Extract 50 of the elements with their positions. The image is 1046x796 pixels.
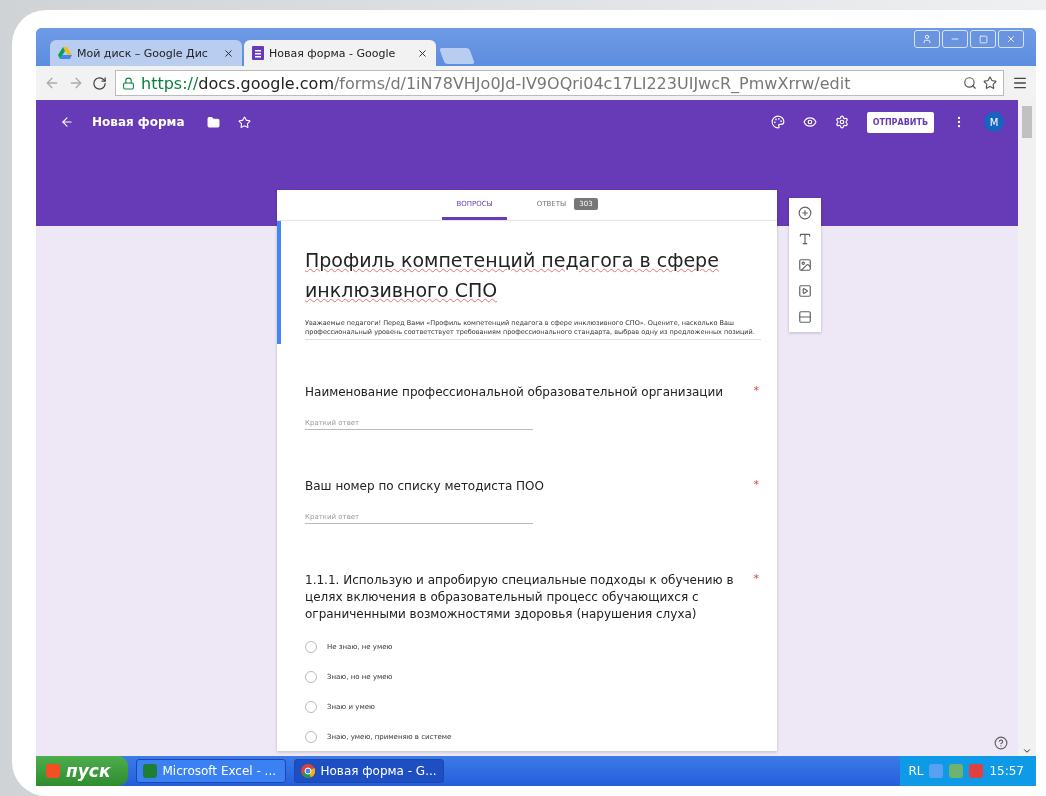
close-icon[interactable] [417,47,428,59]
scrollbar[interactable] [1018,100,1036,756]
avatar[interactable]: M [984,112,1004,132]
spreadsheet-icon [143,764,158,778]
question-text: Наименование профессиональной образовательной организации [305,384,724,401]
reload-icon[interactable] [92,75,107,91]
star-icon[interactable] [983,76,997,90]
scroll-thumb[interactable] [1022,106,1032,138]
menu-icon[interactable] [1012,75,1028,91]
form-title: Профиль компетенций педагога в сфере инклюзивного СПО [305,248,720,303]
taskbar-item[interactable]: Новая форма - G... [294,759,445,783]
start-button[interactable]: пуск [36,756,129,786]
section-icon[interactable] [798,310,812,324]
maximize-icon [978,34,988,44]
browser-tab[interactable]: Новая форма - Google [244,40,436,66]
triangle-logo-icon [58,47,72,59]
list-form-icon [252,46,264,60]
image-icon[interactable] [798,258,812,272]
required-mark: * [753,384,759,399]
radio-button[interactable] [305,671,317,683]
palette-icon[interactable] [770,115,785,129]
zoom-icon[interactable] [963,76,977,90]
question-text: Ваш номер по списку методиста ПОО [305,478,544,495]
scroll-down-icon[interactable] [1022,746,1032,756]
close-icon[interactable] [223,47,234,59]
send-button[interactable]: ОТПРАВИТЬ [866,111,934,133]
folder-icon[interactable] [206,115,220,129]
url-text: https://docs.google.com/forms/d/1iN78VHJo0Jd-IV9OQri04c17LI223UIJwcR_PmwXrrw/edit [141,73,851,93]
required-mark: * [753,478,759,493]
video-icon[interactable] [798,284,812,298]
radio-button[interactable] [305,731,317,743]
clock: 15:57 [989,764,1024,778]
help-icon[interactable] [994,736,1008,750]
person-icon [922,34,932,44]
close-icon [1006,34,1016,44]
taskbar-item[interactable]: Microsoft Excel - ... [136,759,287,783]
eye-icon[interactable] [802,115,817,129]
radio-button[interactable] [305,701,317,713]
browser-tab[interactable]: Мой диск – Google Дис [50,40,242,66]
form-name: Новая форма [92,115,185,129]
settings-icon[interactable] [834,115,849,129]
question-text: 1.1.1. Использую и апробирую специальные подходы к обучению в целях включения в образовательный процесс обучающихся с ограниченными возможностями здоровья (нарушения слуха) [305,572,735,623]
lock-icon [122,76,135,90]
required-mark: * [753,572,759,587]
back-icon[interactable] [60,115,74,129]
radio-button[interactable] [305,641,317,653]
address-field[interactable]: https://docs.google.com/forms/d/1iN78VHJo0Jd-IV9OQri04c17LI223UIJwcR_PmwXrrw/edit [115,70,1004,96]
add-icon[interactable] [798,206,812,220]
text-icon[interactable] [798,232,812,246]
round-logo-icon [301,764,316,778]
